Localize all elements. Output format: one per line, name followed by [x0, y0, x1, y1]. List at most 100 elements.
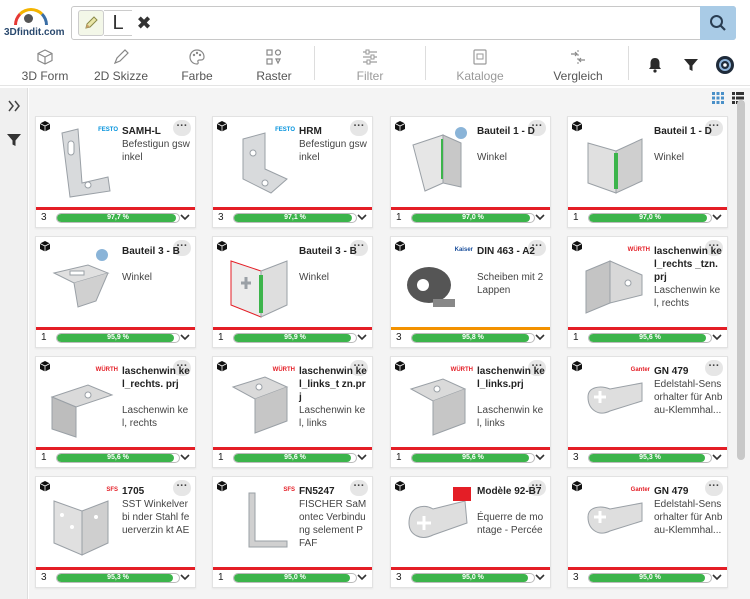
toolbar-filter[interactable]: Filter: [344, 44, 396, 86]
card-footer: 1 97,0 %: [568, 210, 727, 226]
match-percent: 97,1 %: [284, 214, 306, 221]
user-avatar-button[interactable]: [714, 54, 736, 76]
toolbar-raster[interactable]: Raster: [248, 44, 300, 86]
toolbar-3d-form[interactable]: 3D Form: [16, 44, 74, 86]
clear-search-button[interactable]: ✖: [134, 12, 154, 34]
result-card[interactable]: ··· SFS FN5247 FISCHER SaMontec Verbindung …: [212, 476, 373, 588]
vendor-logo: WÜRTH: [95, 367, 118, 373]
sketch-pencil-button[interactable]: [78, 10, 104, 36]
notifications-button[interactable]: [644, 54, 666, 76]
part-thumbnail[interactable]: [48, 367, 118, 439]
result-card[interactable]: ··· Bauteil 1 - D Winkel 1 97,0 %: [390, 116, 551, 228]
part-title[interactable]: laschenwin kel_rechts _tzn.prj: [654, 245, 722, 284]
part-title[interactable]: FN5247: [299, 485, 367, 498]
result-card[interactable]: ··· Ganter GN 479 Edelstahl-Sensorhalter fü…: [567, 476, 728, 588]
part-thumbnail[interactable]: [580, 127, 650, 199]
result-card[interactable]: ··· WÜRTH laschenwin kel_links_t zn.prj Las…: [212, 356, 373, 468]
part-title[interactable]: laschenwin kel_links_t zn.prj: [299, 365, 367, 404]
part-thumbnail[interactable]: [580, 367, 650, 439]
chevron-down-icon[interactable]: [534, 451, 546, 463]
chevron-down-icon[interactable]: [356, 451, 368, 463]
toolbar-label: Raster: [256, 68, 292, 83]
result-card[interactable]: ··· FESTO SAMH-L Befestigun gswinkel 3 97,7 %: [35, 116, 196, 228]
toolbar-label: Kataloge: [456, 68, 504, 83]
chevron-down-icon[interactable]: [179, 451, 191, 463]
part-title[interactable]: SAMH-L: [122, 125, 190, 138]
part-title[interactable]: GN 479: [654, 365, 722, 378]
logo-text: 3Dfindit.com: [4, 27, 65, 38]
chevron-down-icon[interactable]: [179, 331, 191, 343]
side-filter-button[interactable]: [6, 132, 22, 153]
result-card[interactable]: ··· Bauteil 1 - D Winkel 1 97,0 %: [567, 116, 728, 228]
result-card[interactable]: ··· Modèle 92-B7 Équerre de montage - Perc…: [390, 476, 551, 588]
chevron-down-icon[interactable]: [534, 211, 546, 223]
part-thumbnail[interactable]: [225, 247, 295, 319]
chevron-down-icon[interactable]: [356, 571, 368, 583]
chevron-down-icon[interactable]: [711, 211, 723, 223]
part-thumbnail[interactable]: [403, 487, 473, 559]
part-thumbnail[interactable]: [403, 127, 473, 199]
chevron-down-icon[interactable]: [179, 571, 191, 583]
match-progress-bar: 95,8 %: [411, 333, 535, 343]
part-thumbnail[interactable]: [225, 367, 295, 439]
app-logo[interactable]: 3Dfindit.com: [4, 6, 66, 40]
part-title[interactable]: Modèle 92-B7: [477, 485, 545, 498]
part-title[interactable]: DIN 463 - A2: [477, 245, 545, 258]
results-scrollbar[interactable]: [737, 100, 745, 460]
chevron-down-icon[interactable]: [711, 451, 723, 463]
search-box[interactable]: L ✖: [71, 6, 736, 40]
part-thumbnail[interactable]: [48, 127, 118, 199]
search-button[interactable]: [700, 6, 736, 40]
part-title[interactable]: Bauteil 1 - D: [477, 125, 545, 138]
result-card[interactable]: ··· Bauteil 3 - B Winkel 1 95,9 %: [212, 236, 373, 348]
result-card[interactable]: ··· WÜRTH laschenwin kel_links.prj Laschenw…: [390, 356, 551, 468]
chevron-down-icon[interactable]: [711, 331, 723, 343]
result-card[interactable]: ··· Kaiser DIN 463 - A2 Scheiben mit 2 Lapp…: [390, 236, 551, 348]
part-title[interactable]: laschenwin kel_links.prj: [477, 365, 545, 391]
match-percent: 95,3 %: [107, 574, 129, 581]
match-percent: 97,7 %: [107, 214, 129, 221]
chevron-down-icon[interactable]: [179, 211, 191, 223]
toolbar-kataloge[interactable]: Kataloge: [450, 44, 510, 86]
part-thumbnail[interactable]: [403, 367, 473, 439]
result-card[interactable]: ··· SFS 1705 SST Winkelverbi nder Stahl feu…: [35, 476, 196, 588]
part-thumbnail[interactable]: [48, 247, 118, 319]
part-title[interactable]: HRM: [299, 125, 367, 138]
part-title[interactable]: laschenwin kel_rechts. prj: [122, 365, 190, 391]
chevron-down-icon[interactable]: [534, 571, 546, 583]
chevron-down-icon[interactable]: [534, 331, 546, 343]
part-thumbnail[interactable]: [225, 127, 295, 199]
chevron-down-icon[interactable]: [356, 331, 368, 343]
filter-funnel-icon: [7, 134, 21, 146]
toolbar-farbe[interactable]: Farbe: [172, 44, 222, 86]
part-title[interactable]: Bauteil 3 - B: [122, 245, 190, 258]
chevron-down-icon[interactable]: [356, 211, 368, 223]
result-card[interactable]: ··· FESTO HRM Befestigun gswinkel 3 97,1 %: [212, 116, 373, 228]
part-thumbnail[interactable]: [580, 487, 650, 559]
result-card[interactable]: ··· Bauteil 3 - B Winkel 1 95,9 %: [35, 236, 196, 348]
result-card[interactable]: ··· WÜRTH laschenwin kel_rechts _tzn.prj La…: [567, 236, 728, 348]
toolbar-2d-skizze[interactable]: 2D Skizze: [88, 44, 154, 86]
part-thumbnail[interactable]: [403, 247, 473, 319]
match-progress-bar: 95,6 %: [588, 333, 712, 343]
part-title[interactable]: Bauteil 1 - D: [654, 125, 722, 138]
part-title[interactable]: Bauteil 3 - B: [299, 245, 367, 258]
card-footer: 3 97,1 %: [213, 210, 372, 226]
part-title[interactable]: GN 479: [654, 485, 722, 498]
toolbar-label: Farbe: [181, 68, 213, 83]
filter-button[interactable]: [680, 54, 702, 76]
part-thumbnail[interactable]: [48, 487, 118, 559]
part-thumbnail[interactable]: [225, 487, 295, 559]
card-footer: 3 97,7 %: [36, 210, 195, 226]
part-title[interactable]: 1705: [122, 485, 190, 498]
part-thumbnail[interactable]: [580, 247, 650, 319]
grid-view-icon[interactable]: [712, 92, 724, 104]
toolbar-vergleich[interactable]: Vergleich: [548, 44, 608, 86]
result-card[interactable]: ··· WÜRTH laschenwin kel_rechts. prj Lasche…: [35, 356, 196, 468]
part-description: Edelstahl-Sensorhalter für Anbau-Klemmha…: [654, 379, 723, 416]
result-card[interactable]: ··· Ganter GN 479 Edelstahl-Sensorhalter fü…: [567, 356, 728, 468]
expand-panel-button[interactable]: [6, 98, 22, 119]
chevron-down-icon[interactable]: [711, 571, 723, 583]
vendor-logo: SFS: [106, 487, 118, 493]
user-avatar-icon: [716, 56, 734, 74]
